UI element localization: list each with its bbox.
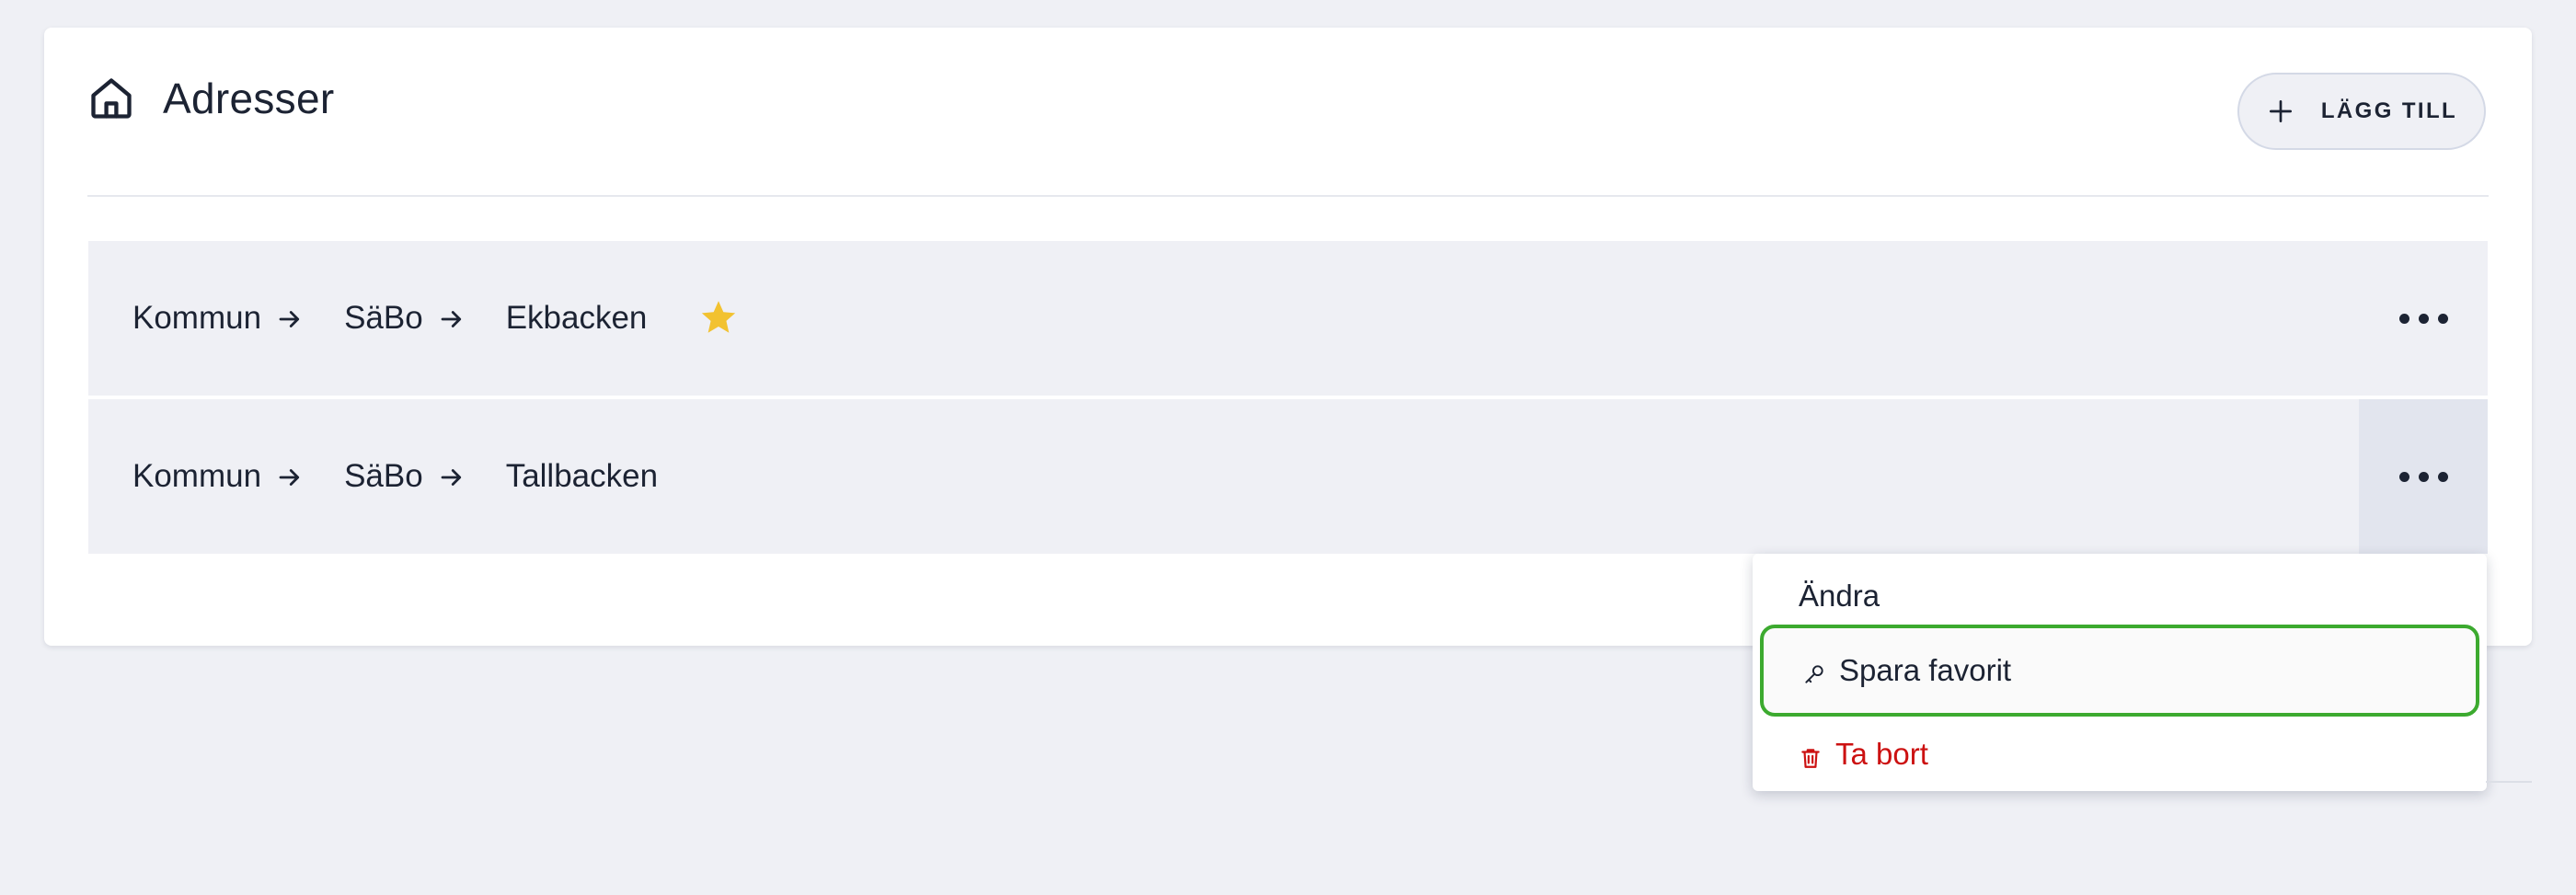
menu-item-delete-label: Ta bort bbox=[1835, 737, 1928, 771]
menu-item-edit[interactable]: Ändra bbox=[1753, 559, 2487, 633]
address-part: Kommun bbox=[132, 300, 262, 336]
page-header: Adresser bbox=[87, 74, 334, 123]
arrow-right-icon bbox=[438, 304, 466, 332]
menu-item-edit-label: Ändra bbox=[1799, 579, 1880, 613]
more-dots-icon bbox=[2398, 471, 2448, 482]
menu-item-save-favorite[interactable]: Spara favorit bbox=[1760, 625, 2479, 717]
address-part: Kommun bbox=[132, 458, 262, 494]
key-icon bbox=[1802, 659, 1826, 683]
divider bbox=[2486, 781, 2532, 783]
address-breadcrumb: Kommun SäBo Tallbacken bbox=[132, 458, 658, 495]
arrow-right-icon bbox=[276, 304, 304, 332]
menu-item-save-favorite-label: Spara favorit bbox=[1839, 653, 2012, 687]
more-dots-icon bbox=[2398, 313, 2448, 324]
address-part: SäBo bbox=[344, 458, 423, 494]
address-part: Ekbacken bbox=[505, 300, 648, 336]
address-part: SäBo bbox=[344, 300, 423, 336]
arrow-right-icon bbox=[276, 463, 304, 490]
row-more-button[interactable] bbox=[2359, 241, 2488, 396]
home-icon bbox=[87, 75, 135, 122]
page-title: Adresser bbox=[163, 75, 335, 122]
address-row[interactable]: Kommun SäBo Ekbacken bbox=[88, 241, 2425, 396]
add-address-button[interactable]: LÄGG TILL bbox=[2237, 73, 2486, 150]
row-more-button[interactable] bbox=[2359, 399, 2488, 554]
address-row[interactable]: Kommun SäBo Tallbacken bbox=[88, 399, 2425, 554]
plus-icon bbox=[2266, 97, 2295, 126]
address-breadcrumb: Kommun SäBo Ekbacken bbox=[132, 298, 739, 338]
row-context-menu: Ändra Spara favorit Ta bort bbox=[1753, 554, 2487, 791]
arrow-right-icon bbox=[438, 463, 466, 490]
header-divider bbox=[87, 195, 2489, 197]
add-button-label: LÄGG TILL bbox=[2320, 98, 2458, 123]
star-icon bbox=[698, 298, 739, 338]
trash-icon bbox=[1799, 742, 1823, 768]
menu-item-delete[interactable]: Ta bort bbox=[1753, 717, 2487, 791]
address-part: Tallbacken bbox=[505, 458, 659, 494]
